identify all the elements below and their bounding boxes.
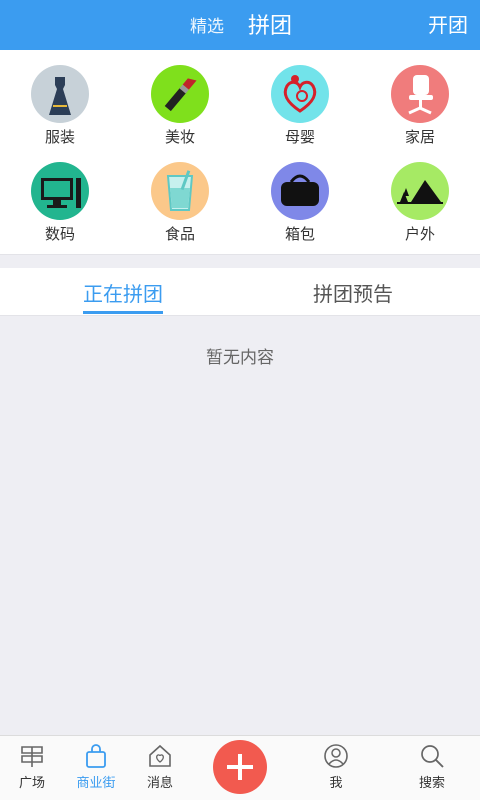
group-buy-tabs: 正在拼团 拼团预告 <box>0 268 480 316</box>
lipstick-icon <box>151 65 209 123</box>
category-food[interactable]: 食品 <box>120 147 240 243</box>
tab-ongoing-group-buy[interactable]: 正在拼团 <box>83 278 163 314</box>
search-icon <box>421 745 444 768</box>
active-tab-indicator <box>83 311 163 314</box>
plus-icon-v <box>238 754 242 780</box>
category-home[interactable]: 家居 <box>360 50 480 146</box>
tent-icon <box>391 162 449 220</box>
category-cosmetics[interactable]: 美妆 <box>120 50 240 146</box>
category-label: 母婴 <box>284 128 315 146</box>
category-clothing[interactable]: 服装 <box>0 50 120 146</box>
add-button[interactable] <box>213 740 267 794</box>
home-heart-icon <box>149 744 171 767</box>
nav-square[interactable]: 广场 <box>2 742 62 791</box>
header-tab-group-buy[interactable]: 拼团 <box>248 8 292 40</box>
computer-icon <box>31 162 89 220</box>
signpost-icon <box>21 746 43 767</box>
category-bags[interactable]: 箱包 <box>240 147 360 243</box>
tab-group-buy-preview[interactable]: 拼团预告 <box>313 278 393 307</box>
category-mother-baby[interactable]: 母婴 <box>240 50 360 146</box>
top-header: 精选 拼团 开团 <box>0 0 480 50</box>
drink-glass-icon <box>151 162 209 220</box>
category-label: 服装 <box>44 128 75 146</box>
category-label: 美妆 <box>164 128 195 146</box>
shopping-bag-icon <box>86 744 106 768</box>
nav-me[interactable]: 我 <box>306 742 366 791</box>
nav-label: 我 <box>329 776 343 791</box>
category-label: 箱包 <box>284 225 315 243</box>
office-chair-icon <box>391 65 449 123</box>
nav-label: 广场 <box>18 776 45 791</box>
category-label: 数码 <box>44 225 75 243</box>
nav-label: 商业街 <box>76 776 116 791</box>
dress-icon <box>31 65 89 123</box>
category-label: 户外 <box>404 225 435 243</box>
mother-baby-icon <box>271 65 329 123</box>
user-icon <box>324 744 348 768</box>
category-grid: 服装 美妆 母婴 家居 数码 食品 箱包 户外 <box>0 50 480 255</box>
nav-mall[interactable]: 商业街 <box>66 742 126 791</box>
category-outdoor[interactable]: 户外 <box>360 147 480 243</box>
nav-label: 消息 <box>146 776 173 791</box>
empty-state-text: 暂无内容 <box>206 348 274 368</box>
category-label: 家居 <box>404 128 435 146</box>
nav-label: 搜索 <box>418 776 445 791</box>
handbag-icon <box>271 162 329 220</box>
category-label: 食品 <box>164 225 195 243</box>
open-group-button[interactable]: 开团 <box>428 9 468 38</box>
tab-label: 拼团预告 <box>313 282 393 306</box>
tab-label: 正在拼团 <box>83 282 163 306</box>
header-tab-featured[interactable]: 精选 <box>190 12 224 37</box>
nav-search[interactable]: 搜索 <box>402 742 462 791</box>
category-digital[interactable]: 数码 <box>0 147 120 243</box>
nav-messages[interactable]: 消息 <box>130 742 190 791</box>
